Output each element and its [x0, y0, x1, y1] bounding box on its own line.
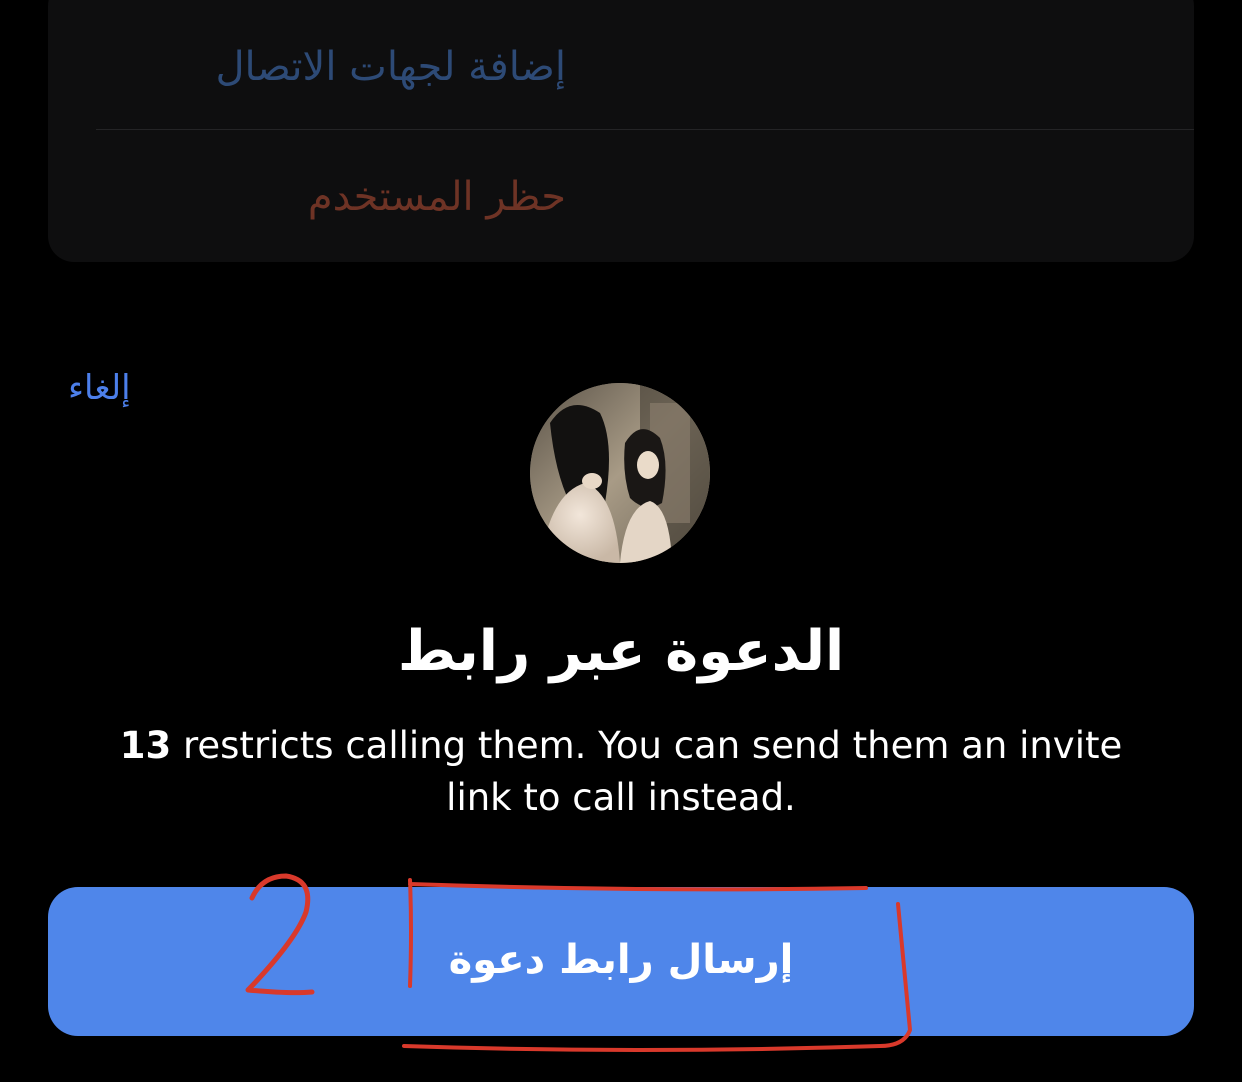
sheet-description: 13 restricts calling them. You can send … — [96, 720, 1146, 824]
avatar — [530, 383, 710, 563]
send-invite-link-label: إرسال رابط دعوة — [448, 937, 794, 983]
description-text: restricts calling them. You can send the… — [171, 724, 1123, 819]
cancel-button[interactable]: إلغاء — [68, 368, 131, 408]
add-to-contacts-option[interactable]: إضافة لجهات الاتصال — [215, 47, 566, 87]
context-menu-card — [48, 0, 1194, 262]
send-invite-link-button[interactable]: إرسال رابط دعوة — [48, 887, 1194, 1036]
avatar-photo — [530, 383, 710, 563]
restricted-user-name: 13 — [119, 724, 172, 767]
block-user-option[interactable]: حظر المستخدم — [308, 177, 566, 217]
menu-divider — [96, 129, 1194, 130]
sheet-title: الدعوة عبر رابط — [397, 619, 845, 684]
